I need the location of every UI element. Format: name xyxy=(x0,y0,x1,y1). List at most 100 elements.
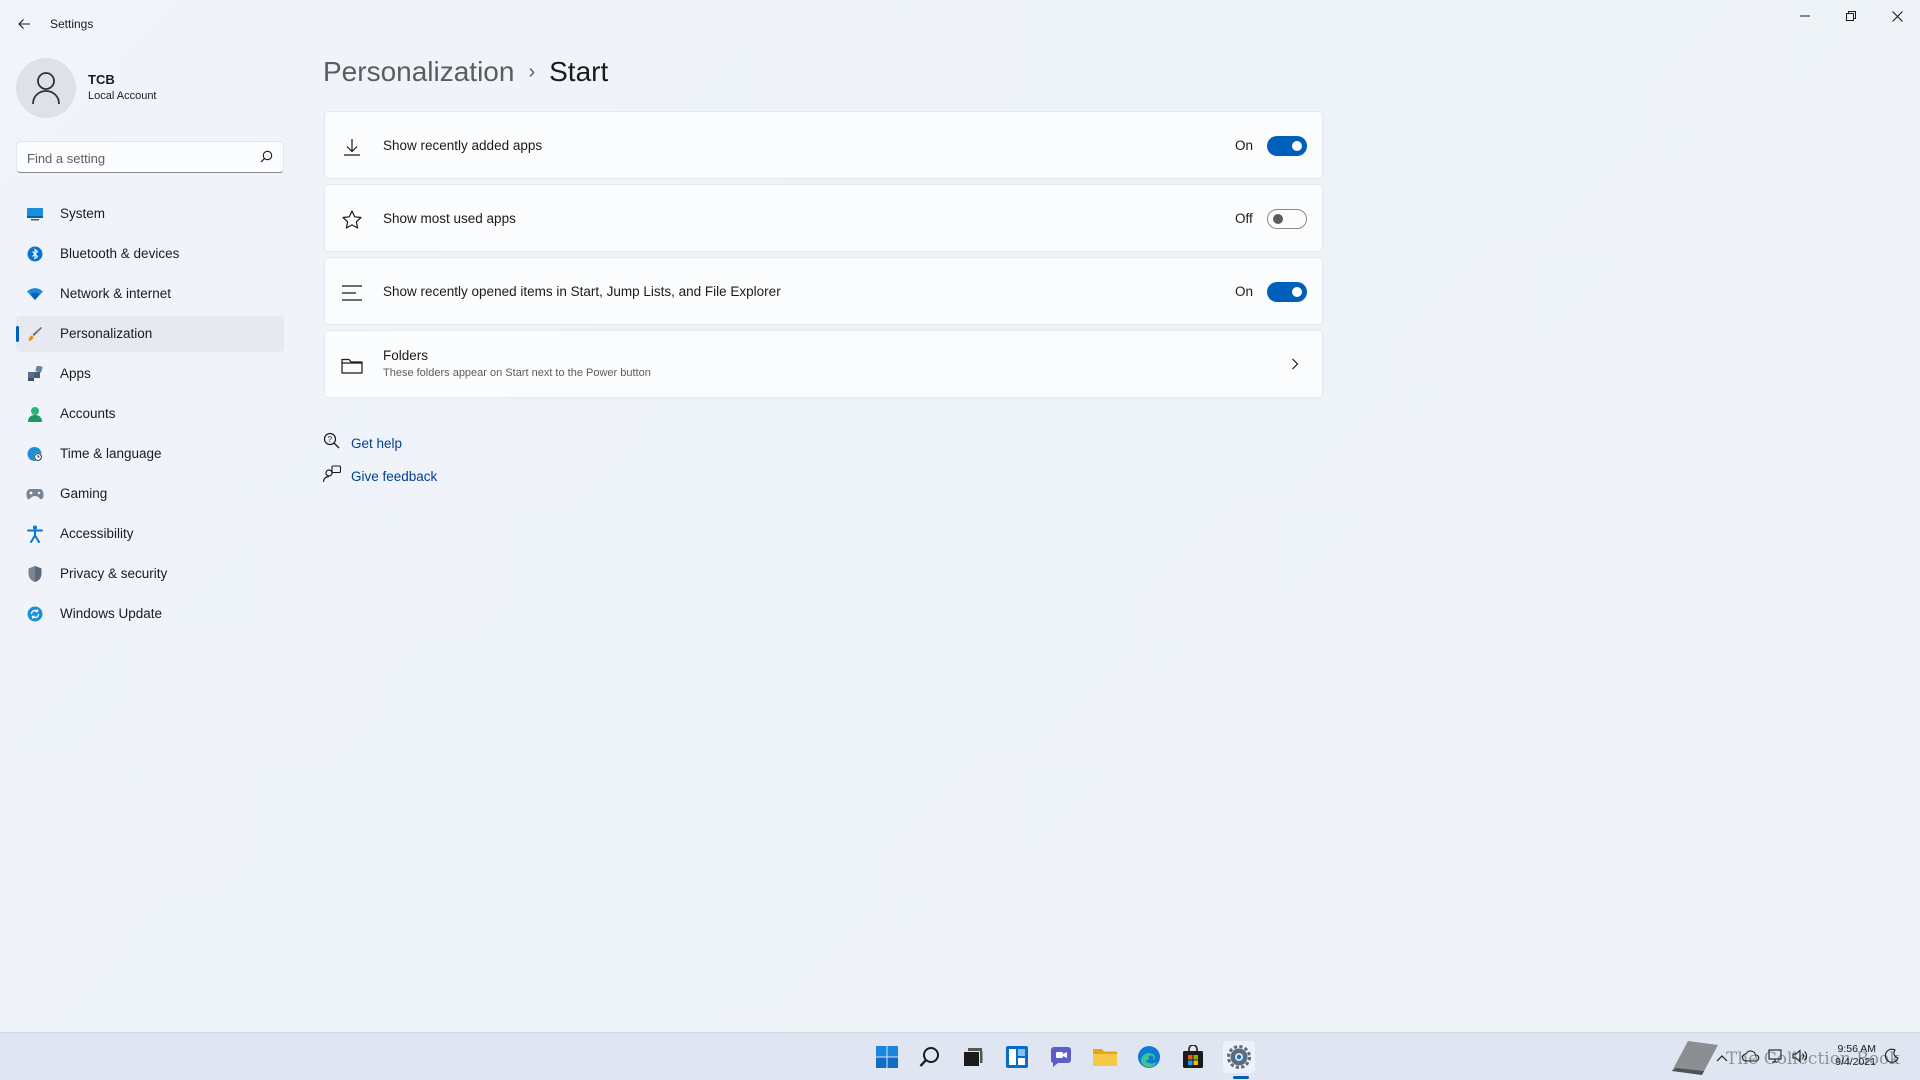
search-input[interactable] xyxy=(27,148,247,168)
restore-icon xyxy=(1846,11,1856,21)
user-name: TCB xyxy=(88,72,115,87)
sidebar-item-label: Time & language xyxy=(60,446,162,461)
widgets-icon[interactable] xyxy=(1001,1041,1033,1073)
page-title: Start xyxy=(549,56,609,87)
sidebar-item-accounts[interactable]: Accounts xyxy=(16,396,284,432)
close-button[interactable] xyxy=(1874,0,1920,32)
store-icon[interactable] xyxy=(1177,1041,1209,1073)
sidebar-item-personalization[interactable]: Personalization xyxy=(16,316,284,352)
feedback-icon xyxy=(322,465,342,488)
clock-time: 9:56 AM xyxy=(1837,1043,1876,1055)
setting-most-used-apps: Show most used apps Off xyxy=(324,184,1323,252)
search-icon[interactable] xyxy=(914,1041,946,1073)
breadcrumb: Personalization › Start xyxy=(323,56,608,88)
apps-icon xyxy=(26,365,44,383)
chevron-right-icon: › xyxy=(528,60,536,83)
sidebar-item-gaming[interactable]: Gaming xyxy=(16,476,284,512)
sidebar-item-label: Accessibility xyxy=(60,526,134,541)
recently-opened-items-toggle[interactable] xyxy=(1267,282,1307,302)
restore-button[interactable] xyxy=(1828,0,1874,32)
bluetooth-icon xyxy=(26,245,44,263)
sidebar-item-label: Privacy & security xyxy=(60,566,168,581)
sidebar-item-label: Apps xyxy=(60,366,91,381)
start-icon[interactable] xyxy=(871,1041,903,1073)
toggle-knob xyxy=(1273,214,1283,224)
sidebar-item-apps[interactable]: Apps xyxy=(16,356,284,392)
sidebar-item-accessibility[interactable]: Accessibility xyxy=(16,516,284,552)
brush-icon xyxy=(26,325,44,343)
globe-clock-icon xyxy=(26,445,44,463)
chat-icon[interactable] xyxy=(1045,1041,1077,1073)
sidebar-item-label: Gaming xyxy=(60,486,108,501)
person-icon xyxy=(32,72,60,105)
sidebar-item-label: Network & internet xyxy=(60,286,172,301)
setting-description: These folders appear on Start next to th… xyxy=(383,367,651,379)
breadcrumb-parent[interactable]: Personalization xyxy=(323,56,514,88)
help-icon: ? xyxy=(323,432,341,455)
accessibility-icon xyxy=(26,525,44,543)
setting-recently-opened-items: Show recently opened items in Start, Jum… xyxy=(324,257,1323,325)
sidebar-item-label: Accounts xyxy=(60,406,116,421)
sidebar-item-windows-update[interactable]: Windows Update xyxy=(16,596,284,632)
taskbar: The Collection Book 9:56 AM 9/4/2021 xyxy=(0,1032,1920,1080)
minimize-button[interactable] xyxy=(1782,0,1828,32)
file-explorer-icon[interactable] xyxy=(1089,1041,1121,1073)
settings-window: Settings TCB Local Account System xyxy=(0,0,1920,1032)
star-icon xyxy=(341,209,363,231)
setting-label: Show recently added apps xyxy=(383,138,543,153)
edge-icon[interactable] xyxy=(1133,1041,1165,1073)
title-bar: Settings xyxy=(0,0,1920,48)
user-profile[interactable]: TCB Local Account xyxy=(16,58,286,118)
focus-assist-icon[interactable] xyxy=(1884,1048,1900,1069)
back-arrow-icon xyxy=(18,19,30,29)
sidebar-item-label: Personalization xyxy=(60,326,153,341)
give-feedback-label[interactable]: Give feedback xyxy=(351,469,437,484)
get-help-label[interactable]: Get help xyxy=(351,436,402,451)
download-icon xyxy=(341,136,363,158)
sidebar-item-privacy[interactable]: Privacy & security xyxy=(16,556,284,592)
sidebar-item-label: Windows Update xyxy=(60,606,163,621)
setting-recently-added-apps: Show recently added apps On xyxy=(324,111,1323,179)
clock[interactable]: 9:56 AM 9/4/2021 xyxy=(1820,1043,1876,1069)
wifi-icon xyxy=(26,285,44,303)
sidebar-item-system[interactable]: System xyxy=(16,196,284,232)
setting-label: Show recently opened items in Start, Jum… xyxy=(383,284,781,299)
chevron-up-icon[interactable] xyxy=(1716,1049,1728,1067)
app-title: Settings xyxy=(50,17,94,31)
close-icon xyxy=(1891,10,1903,22)
search-icon[interactable] xyxy=(260,150,273,168)
back-button[interactable] xyxy=(12,12,36,36)
account-type: Local Account xyxy=(88,90,157,102)
search-box xyxy=(16,141,284,173)
sidebar-item-network[interactable]: Network & internet xyxy=(16,276,284,312)
onedrive-icon[interactable] xyxy=(1741,1049,1760,1067)
sidebar-item-label: System xyxy=(60,206,106,221)
toggle-state-text: On xyxy=(1235,284,1254,299)
network-icon[interactable] xyxy=(1768,1049,1784,1068)
toggle-state-text: On xyxy=(1235,138,1254,153)
avatar xyxy=(16,58,76,118)
toggle-state-text: Off xyxy=(1235,211,1253,226)
svg-text:?: ? xyxy=(328,435,333,444)
gamepad-icon xyxy=(26,485,44,503)
setting-folders[interactable]: Folders These folders appear on Start ne… xyxy=(324,330,1323,398)
sidebar-nav: System Bluetooth & devices Network & int… xyxy=(16,196,284,636)
volume-icon[interactable] xyxy=(1792,1049,1808,1068)
update-icon xyxy=(26,605,44,623)
setting-label: Folders xyxy=(383,348,429,363)
minimize-icon xyxy=(1800,15,1810,17)
setting-label: Show most used apps xyxy=(383,211,516,226)
sidebar-item-time-language[interactable]: Time & language xyxy=(16,436,284,472)
toggle-knob xyxy=(1292,287,1302,297)
sidebar-item-label: Bluetooth & devices xyxy=(60,246,180,261)
sidebar-item-bluetooth[interactable]: Bluetooth & devices xyxy=(16,236,284,272)
settings-icon[interactable] xyxy=(1223,1041,1255,1073)
give-feedback-link[interactable]: Give feedback xyxy=(322,465,437,488)
list-icon xyxy=(341,282,363,304)
get-help-link[interactable]: ? Get help xyxy=(323,432,402,455)
toggle-knob xyxy=(1292,141,1302,151)
task-view-icon[interactable] xyxy=(957,1041,989,1073)
most-used-apps-toggle[interactable] xyxy=(1267,209,1307,229)
person-icon xyxy=(26,405,44,423)
recently-added-apps-toggle[interactable] xyxy=(1267,136,1307,156)
